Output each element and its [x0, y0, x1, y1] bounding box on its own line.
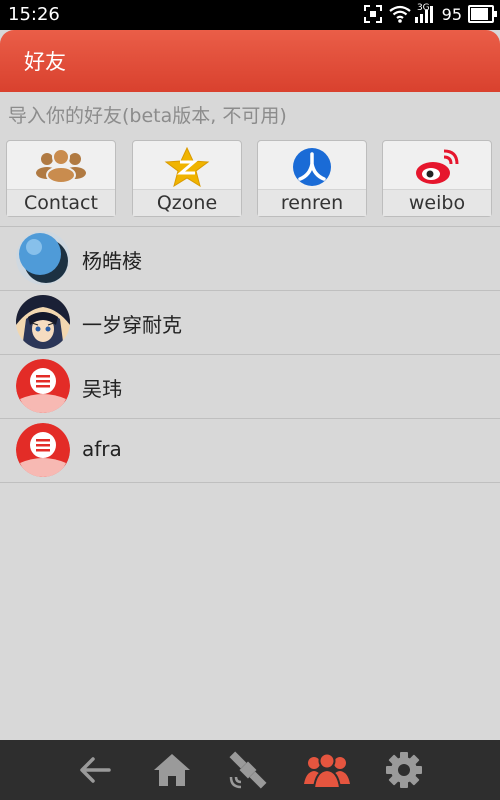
page-title: 好友	[24, 50, 66, 74]
avatar	[16, 295, 70, 349]
title-bar: 好友	[0, 30, 500, 92]
home-button[interactable]	[152, 750, 192, 790]
status-bar: 15:26 3G 95	[0, 0, 500, 30]
friends-list: 杨皓棱 一岁穿耐克 吴玮 afra	[0, 226, 500, 483]
avatar	[16, 359, 70, 413]
friend-name: afra	[82, 437, 122, 461]
satellite-icon	[229, 751, 267, 789]
list-item[interactable]: afra	[0, 418, 500, 483]
weibo-button[interactable]: weibo	[382, 140, 492, 217]
satellite-button[interactable]	[228, 750, 268, 790]
back-button[interactable]	[75, 750, 115, 790]
settings-button[interactable]	[384, 750, 424, 790]
weibo-icon	[416, 149, 459, 184]
battery-icon	[468, 5, 497, 23]
bottom-nav	[0, 740, 500, 800]
gear-icon	[386, 752, 422, 788]
contact-icon	[36, 148, 86, 184]
avatar	[16, 423, 70, 477]
list-item[interactable]: 一岁穿耐克	[0, 290, 500, 354]
wifi-icon	[389, 5, 411, 23]
renren-label: renren	[258, 189, 366, 216]
contact-label: Contact	[7, 189, 115, 216]
list-item[interactable]: 吴玮	[0, 354, 500, 418]
friends-button[interactable]	[304, 750, 350, 790]
renren-button[interactable]: renren	[257, 140, 367, 217]
renren-icon	[293, 148, 331, 186]
friend-name: 一岁穿耐克	[82, 313, 182, 337]
default-avatar-icon	[16, 423, 70, 477]
list-item[interactable]: 杨皓棱	[0, 226, 500, 290]
battery-fill	[471, 8, 489, 20]
avatar	[16, 231, 70, 285]
qzone-label: Qzone	[133, 189, 241, 216]
back-arrow-icon	[80, 757, 111, 783]
balloon-avatar-icon	[16, 231, 70, 285]
friend-name: 吴玮	[82, 377, 122, 401]
home-icon	[154, 754, 190, 786]
anime-avatar-icon	[16, 295, 70, 349]
import-subtitle: 导入你的好友(beta版本, 不可用)	[8, 105, 287, 127]
network-type: 3G	[416, 3, 430, 13]
friend-name: 杨皓棱	[82, 249, 142, 273]
screenshot-icon	[363, 5, 382, 23]
default-avatar-icon	[16, 359, 70, 413]
battery-percent: 95	[441, 4, 462, 24]
import-sources: Contact Qzone renren weibo	[6, 140, 494, 218]
qzone-button[interactable]: Qzone	[132, 140, 242, 217]
friends-icon	[304, 752, 350, 789]
qzone-icon	[164, 146, 210, 188]
status-time: 15:26	[8, 4, 60, 25]
weibo-label: weibo	[383, 189, 491, 216]
contact-button[interactable]: Contact	[6, 140, 116, 217]
